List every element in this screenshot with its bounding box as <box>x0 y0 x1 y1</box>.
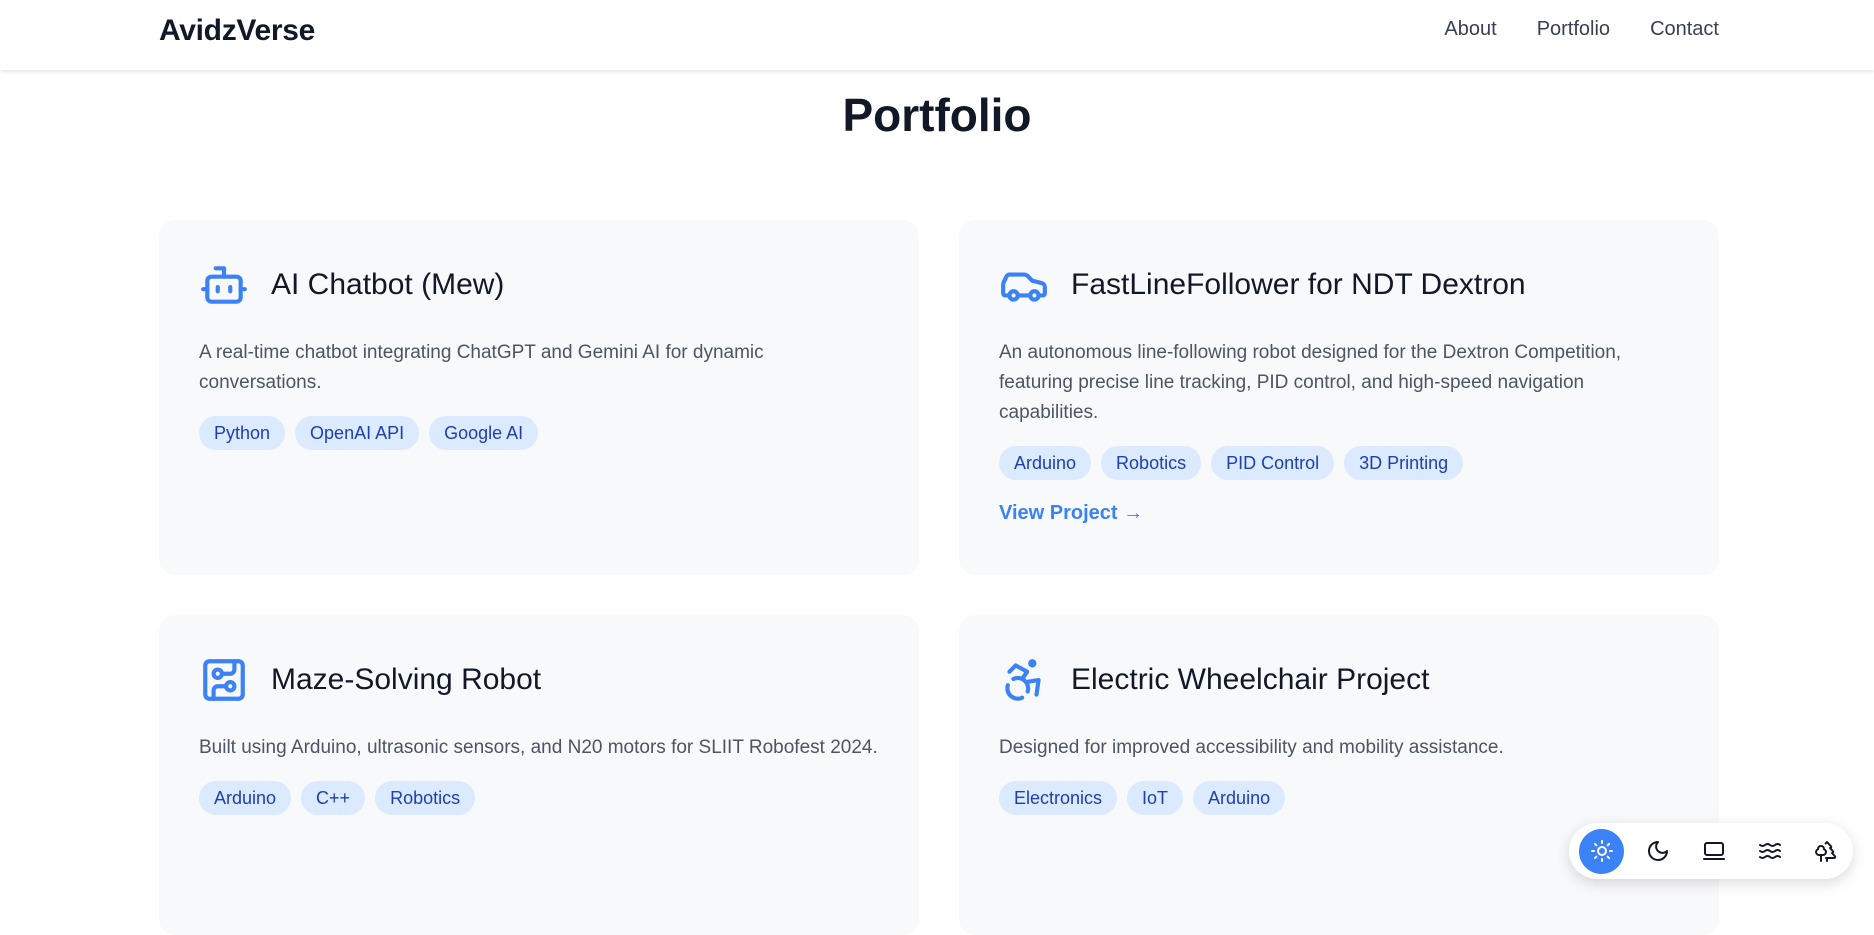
card-title: Electric Wheelchair Project <box>1071 663 1430 696</box>
project-card-ai-chatbot: AI Chatbot (Mew) A real-time chatbot int… <box>159 220 919 575</box>
tag: Arduino <box>199 781 292 815</box>
tag: OpenAI API <box>295 416 420 450</box>
project-card-fastlinefollower: FastLineFollower for NDT Dextron An auto… <box>959 220 1719 575</box>
tag: Robotics <box>1101 446 1202 480</box>
theme-dark-button[interactable] <box>1635 829 1680 874</box>
tag: IoT <box>1127 781 1184 815</box>
card-description: Designed for improved accessibility and … <box>999 737 1504 758</box>
card-title: Maze-Solving Robot <box>271 663 542 696</box>
theme-forest-button[interactable] <box>1803 829 1848 874</box>
card-header: Maze-Solving Robot <box>199 653 879 707</box>
wheelchair-icon <box>999 655 1049 705</box>
nav-link-about[interactable]: About <box>1444 18 1496 41</box>
tag: Robotics <box>375 781 476 815</box>
card-description: An autonomous line-following robot desig… <box>999 342 1622 423</box>
nav-link-contact[interactable]: Contact <box>1650 18 1719 41</box>
tag: 3D Printing <box>1344 446 1464 480</box>
tag: Electronics <box>999 781 1118 815</box>
tag-list: Arduino C++ Robotics <box>199 781 879 815</box>
trees-icon <box>1814 839 1838 863</box>
card-header: Electric Wheelchair Project <box>999 653 1679 707</box>
nav-link-portfolio[interactable]: Portfolio <box>1537 18 1610 41</box>
navbar: AvidzVerse About Portfolio Contact <box>0 0 1874 70</box>
card-title: AI Chatbot (Mew) <box>271 268 505 301</box>
car-icon <box>999 260 1049 310</box>
page-title: Portfolio <box>842 89 1032 141</box>
tag: Arduino <box>1193 781 1286 815</box>
laptop-icon <box>1702 839 1726 863</box>
tag: Python <box>199 416 286 450</box>
circuit-board-icon <box>199 655 249 705</box>
robot-icon <box>199 260 249 310</box>
view-project-link[interactable]: View Project → <box>999 502 1143 525</box>
tag: Arduino <box>999 446 1092 480</box>
tag: Google AI <box>429 416 539 450</box>
nav-links: About Portfolio Contact <box>1444 18 1719 41</box>
theme-system-button[interactable] <box>1691 829 1736 874</box>
card-description: Built using Arduino, ultrasonic sensors,… <box>199 737 878 758</box>
project-card-wheelchair: Electric Wheelchair Project Designed for… <box>959 615 1719 935</box>
theme-light-button[interactable] <box>1579 828 1624 874</box>
moon-icon <box>1646 839 1670 863</box>
card-title: FastLineFollower for NDT Dextron <box>1071 268 1526 301</box>
tag: C++ <box>301 781 366 815</box>
brand-logo[interactable]: AvidzVerse <box>159 14 315 48</box>
card-header: AI Chatbot (Mew) <box>199 258 879 312</box>
theme-switcher <box>1569 823 1853 879</box>
waves-icon <box>1758 839 1782 863</box>
tag: PID Control <box>1211 446 1335 480</box>
tag-list: Arduino Robotics PID Control 3D Printing <box>999 446 1679 480</box>
sun-icon <box>1590 839 1614 863</box>
card-header: FastLineFollower for NDT Dextron <box>999 258 1679 312</box>
tag-list: Electronics IoT Arduino <box>999 781 1679 815</box>
theme-ocean-button[interactable] <box>1747 829 1792 874</box>
card-description: A real-time chatbot integrating ChatGPT … <box>199 342 764 393</box>
tag-list: Python OpenAI API Google AI <box>199 416 879 450</box>
project-card-maze-robot: Maze-Solving Robot Built using Arduino, … <box>159 615 919 935</box>
